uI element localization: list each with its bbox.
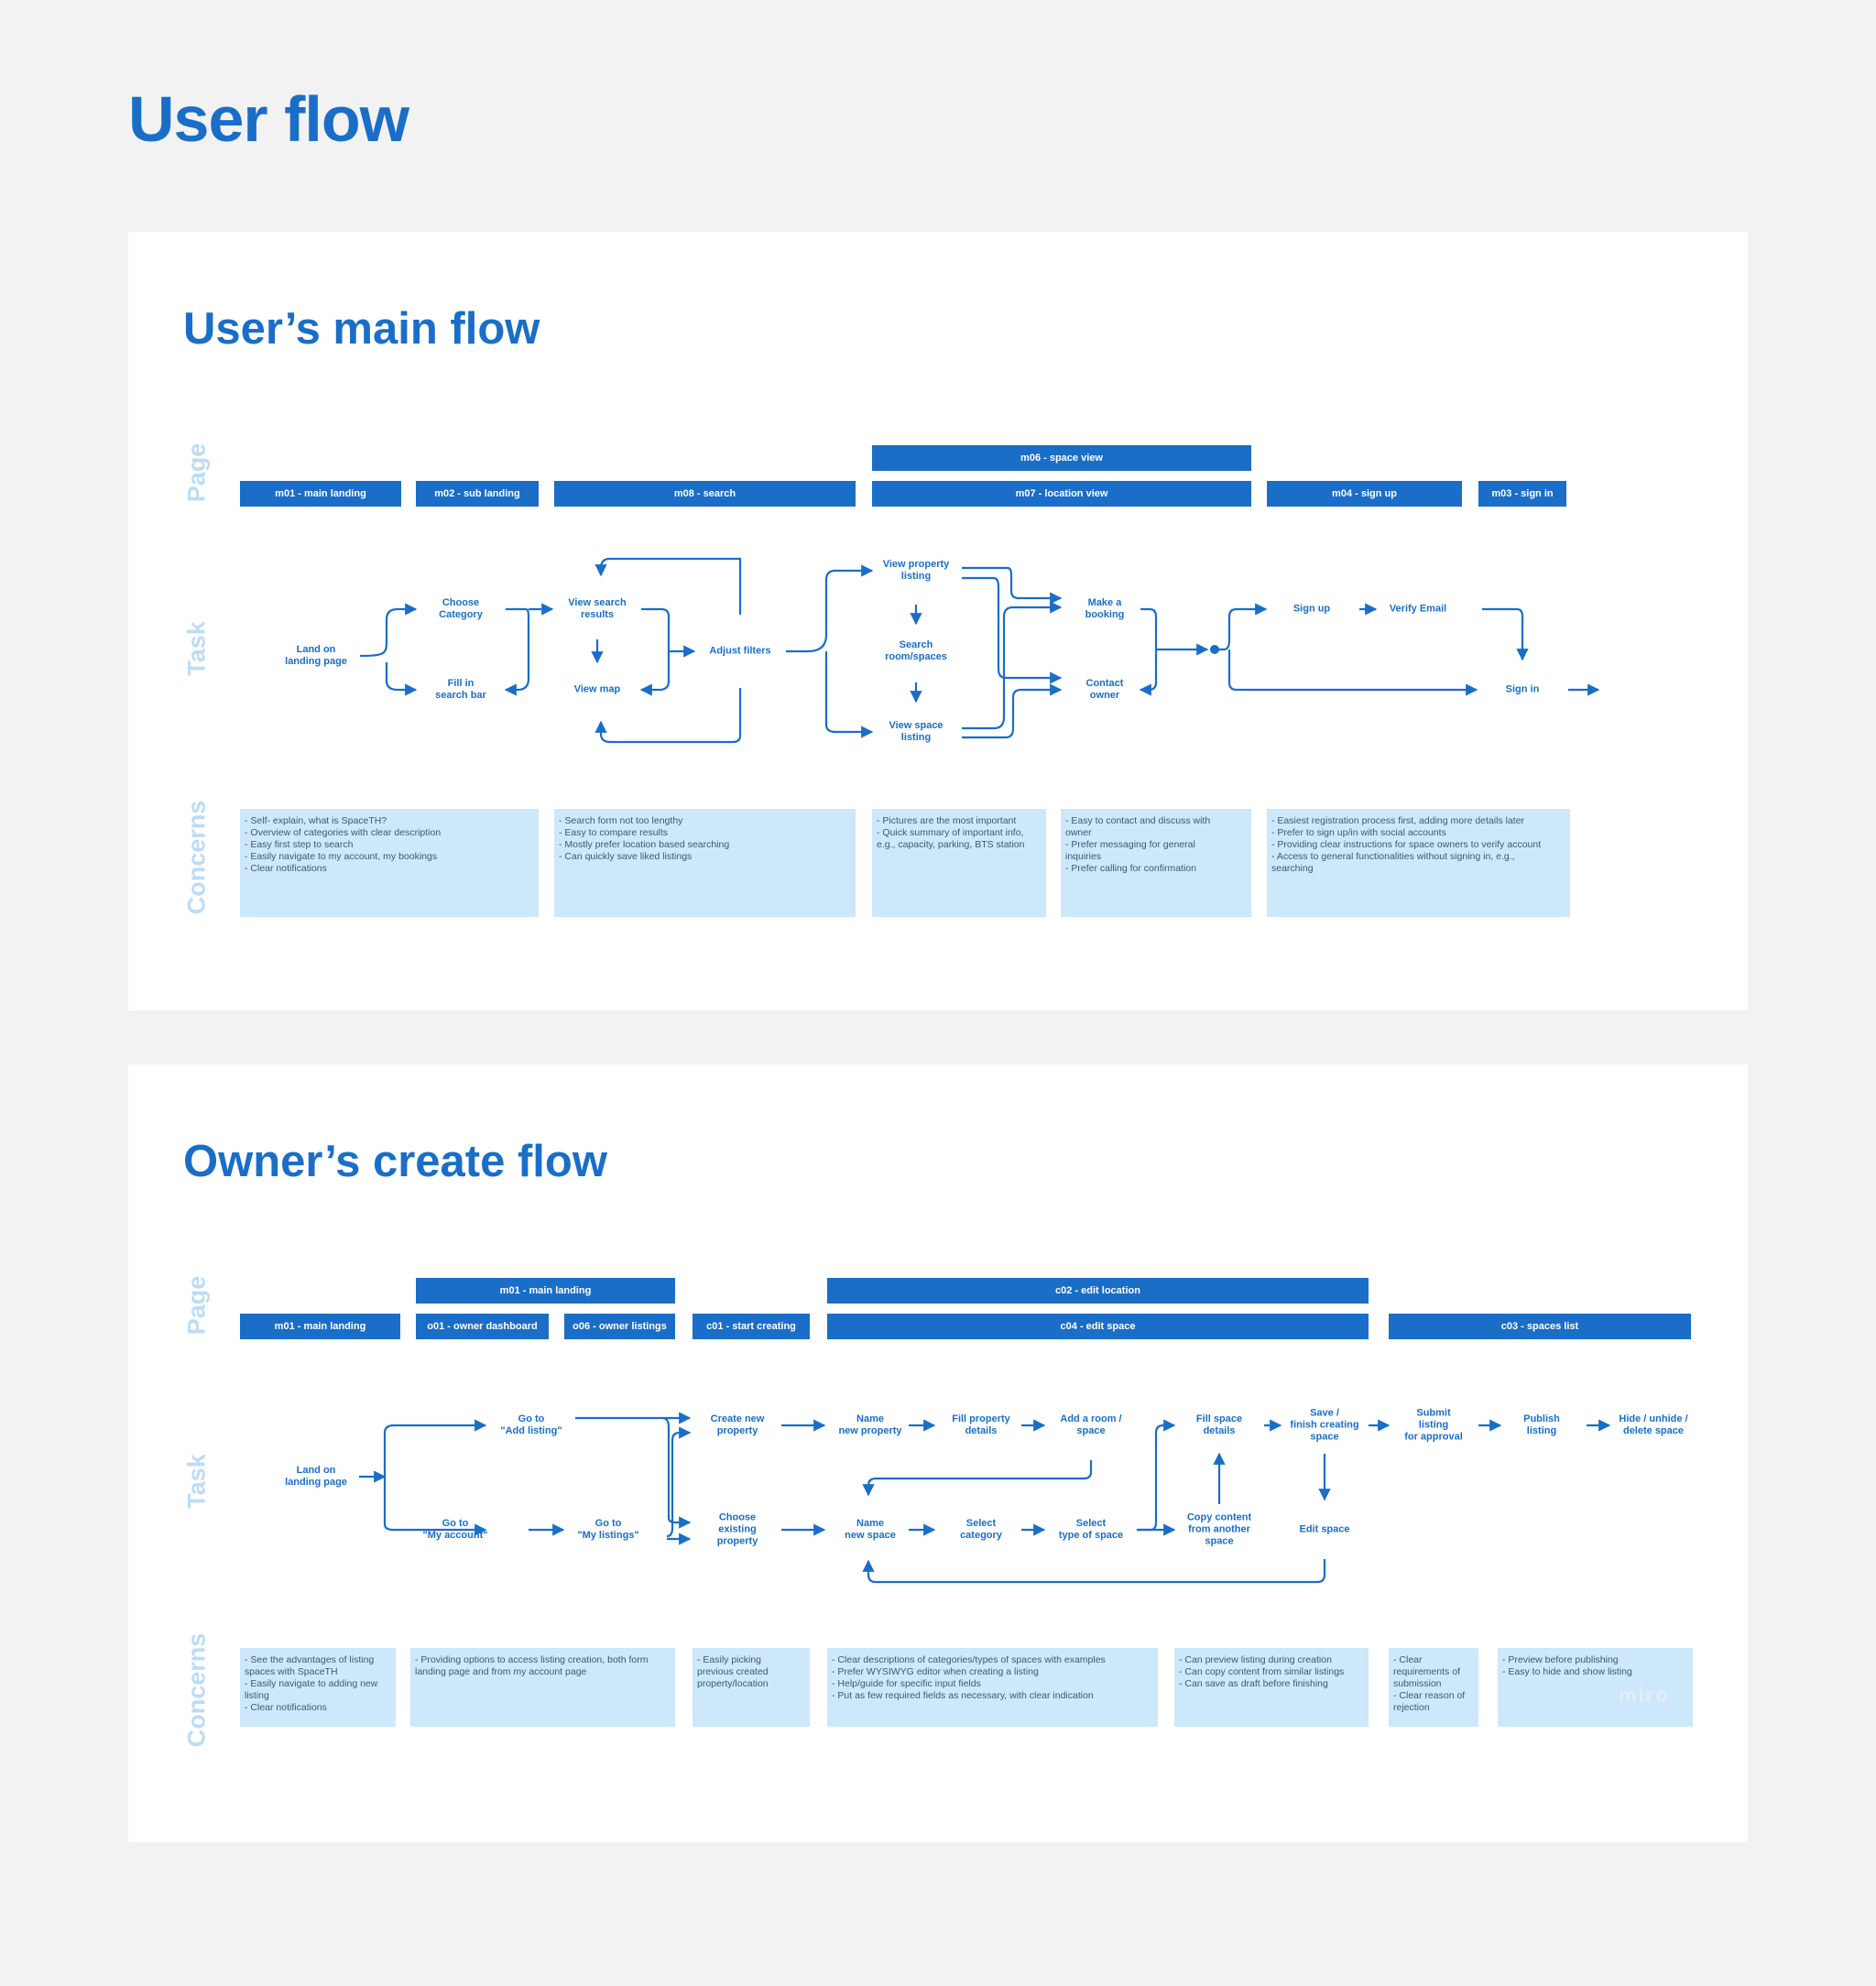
- task-hide-unhide-delete: Hide / unhide / delete space: [1619, 1413, 1688, 1436]
- concern-landing: - Self- explain, what is SpaceTH? - Over…: [240, 809, 539, 917]
- concern-owner-preview: - Can preview listing during creation - …: [1174, 1648, 1369, 1727]
- task-search-room-spaces: Search room/spaces: [885, 639, 947, 662]
- concern-owner-access: - Providing options to access listing cr…: [410, 1648, 675, 1727]
- task-land-on-landing-page-2: Land on landing page: [285, 1465, 347, 1488]
- task-view-property-listing: View property listing: [882, 559, 950, 582]
- task-name-new-space: Name new space: [845, 1518, 896, 1541]
- task-goto-my-listings: Go to "My listings": [577, 1518, 639, 1541]
- task-view-space-listing: View space listing: [889, 720, 943, 743]
- task-verify-email: Verify Email: [1389, 603, 1447, 615]
- task-make-booking: Make a booking: [1085, 597, 1125, 620]
- task-name-new-property: Name new property: [838, 1413, 902, 1436]
- task-create-new-property: Create new property: [710, 1413, 765, 1436]
- task-contact-owner: Contact owner: [1085, 678, 1124, 701]
- concern-owner-submission: - Clear requirements of submission - Cle…: [1389, 1648, 1478, 1727]
- task-choose-existing-property: Choose existing property: [716, 1511, 758, 1547]
- concern-search: - Search form not too lengthy - Easy to …: [554, 809, 856, 917]
- concern-owner-picking: - Easily picking previous created proper…: [693, 1648, 810, 1727]
- task-save-finish: Save / finish creating space: [1290, 1407, 1359, 1443]
- task-select-type-of-space: Select type of space: [1058, 1518, 1124, 1541]
- task-publish-listing: Publish listing: [1523, 1413, 1560, 1436]
- task-land-on-landing-page: Land on landing page: [285, 644, 347, 667]
- concern-listing: - Pictures are the most important - Quic…: [872, 809, 1046, 917]
- task-goto-my-account: Go to "My account": [422, 1518, 488, 1541]
- concern-owner-descriptions: - Clear descriptions of categories/types…: [827, 1648, 1158, 1727]
- task-view-map: View map: [573, 683, 621, 695]
- task-sign-in: Sign in: [1505, 683, 1540, 695]
- task-sign-up: Sign up: [1292, 603, 1331, 615]
- task-choose-category: Choose Category: [439, 597, 483, 620]
- page-title: User flow: [128, 83, 409, 155]
- concern-contact: - Easy to contact and discuss with owner…: [1061, 809, 1251, 917]
- concern-signup: - Easiest registration process first, ad…: [1267, 809, 1570, 917]
- task-select-category: Select category: [960, 1518, 1002, 1541]
- task-add-room-space: Add a room / space: [1060, 1413, 1122, 1436]
- task-copy-content: Copy content from another space: [1186, 1511, 1252, 1547]
- task-fill-space-details: Fill space details: [1195, 1413, 1243, 1436]
- main-flow-card: User’s main flow Page Task Concerns m06 …: [128, 232, 1748, 1010]
- task-view-search-results: View search results: [568, 597, 627, 620]
- task-goto-add-listing: Go to "Add listing": [500, 1413, 562, 1436]
- task-fill-search-bar: Fill in search bar: [435, 678, 486, 701]
- task-submit-listing: Submit listing for approval: [1404, 1407, 1463, 1443]
- miro-watermark: miro: [1619, 1684, 1670, 1707]
- task-fill-property-details: Fill property details: [952, 1413, 1010, 1436]
- task-adjust-filters: Adjust filters: [709, 645, 771, 657]
- task-edit-space: Edit space: [1299, 1523, 1350, 1535]
- create-flow-card: Owner’s create flow Page Task Concerns m…: [128, 1064, 1748, 1842]
- concern-owner-landing: - See the advantages of listing spaces w…: [240, 1648, 396, 1727]
